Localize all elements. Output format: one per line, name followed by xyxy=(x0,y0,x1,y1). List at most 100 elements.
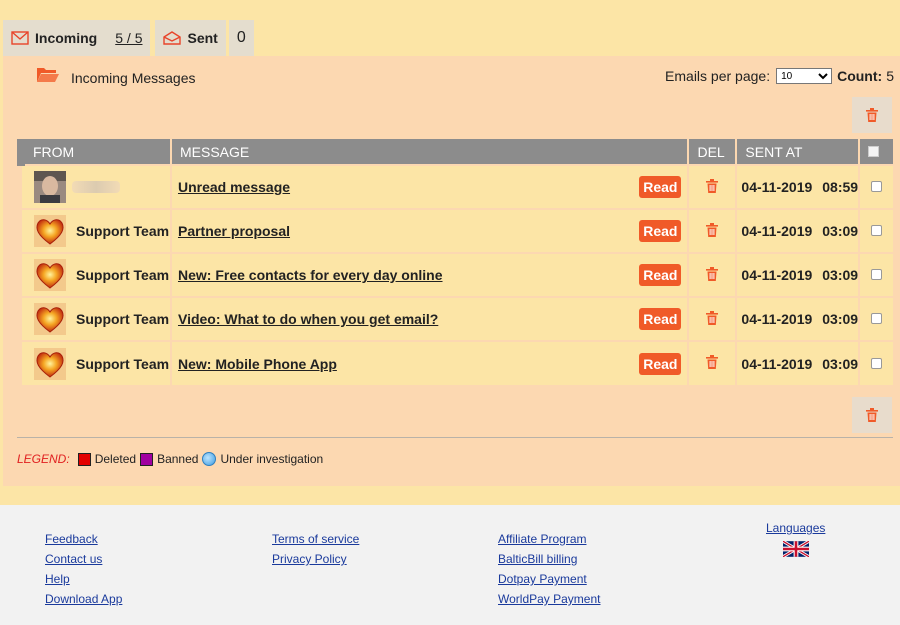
sent-at-cell: 04-11-2019 03:09 xyxy=(735,208,860,253)
col-header-del: DEL xyxy=(687,139,737,165)
message-subject-link[interactable]: Partner proposal xyxy=(178,223,290,239)
select-cell xyxy=(858,208,893,253)
message-subject-link[interactable]: New: Mobile Phone App xyxy=(178,356,337,372)
uk-flag-icon[interactable] xyxy=(782,541,809,557)
footer-link-balticbill-billing[interactable]: BalticBill billing xyxy=(498,552,601,566)
delete-selected-button-bottom[interactable] xyxy=(852,397,892,433)
from-cell xyxy=(20,164,171,209)
sender-name: Support Team xyxy=(76,267,170,283)
select-message-checkbox[interactable] xyxy=(871,225,883,236)
emails-per-page-select[interactable]: 10 xyxy=(776,68,833,84)
select-message-checkbox[interactable] xyxy=(871,181,883,192)
user-photo-avatar xyxy=(34,171,66,203)
from-cell: Support Team xyxy=(20,340,171,385)
select-message-checkbox[interactable] xyxy=(871,269,883,280)
read-button[interactable]: Read xyxy=(639,176,682,198)
sent-date: 04-11-2019 xyxy=(741,311,813,327)
footer-link-terms-of-service[interactable]: Terms of service xyxy=(272,532,359,546)
envelope-icon xyxy=(11,31,29,45)
sent-date: 04-11-2019 xyxy=(741,179,813,195)
emails-per-page-label: Emails per page: xyxy=(665,68,771,84)
delete-message-button[interactable] xyxy=(687,164,737,209)
sent-date: 04-11-2019 xyxy=(741,267,813,283)
sent-count[interactable]: 0 xyxy=(237,29,246,47)
heart-icon xyxy=(34,347,66,380)
footer-link-contact-us[interactable]: Contact us xyxy=(45,552,122,566)
delete-message-button[interactable] xyxy=(687,208,737,253)
trash-icon xyxy=(866,408,878,422)
legend-banned: Banned xyxy=(157,452,199,466)
panel-title: Incoming Messages xyxy=(71,70,196,86)
sent-time: 03:09 xyxy=(822,311,859,327)
count-value: 5 xyxy=(886,68,894,84)
footer-link-affiliate-program[interactable]: Affiliate Program xyxy=(498,532,601,546)
message-subject-link[interactable]: New: Free contacts for every day online xyxy=(178,267,443,283)
read-button[interactable]: Read xyxy=(639,264,682,286)
languages: Languages xyxy=(766,521,825,557)
sent-at-cell: 04-11-2019 03:09 xyxy=(735,340,860,385)
col-header-message: MESSAGE xyxy=(169,139,689,165)
trash-icon xyxy=(866,108,878,122)
read-button[interactable]: Read xyxy=(639,308,682,330)
select-all-checkbox[interactable] xyxy=(868,145,880,157)
message-subject-link[interactable]: Video: What to do when you get email? xyxy=(178,311,438,327)
select-cell xyxy=(858,340,893,385)
from-cell: Support Team xyxy=(20,296,171,341)
languages-link[interactable]: Languages xyxy=(766,521,825,535)
delete-message-button[interactable] xyxy=(687,296,737,341)
footer-link-privacy-policy[interactable]: Privacy Policy xyxy=(272,552,359,566)
sender-name: Support Team xyxy=(76,311,170,327)
from-cell: Support Team xyxy=(20,208,171,253)
tab-incoming[interactable]: Incoming 5 / 5 xyxy=(3,20,151,56)
tab-sent-label: Sent xyxy=(187,30,218,46)
delete-message-button[interactable] xyxy=(687,340,737,385)
delete-message-button[interactable] xyxy=(687,252,737,297)
read-button[interactable]: Read xyxy=(639,220,682,242)
footer-link-dotpay-payment[interactable]: Dotpay Payment xyxy=(498,572,601,586)
heart-icon xyxy=(34,303,66,335)
footer-col-2: Terms of service Privacy Policy xyxy=(272,532,359,572)
emails-per-page: Emails per page: 10 Count: 5 xyxy=(665,68,894,84)
message-row[interactable]: Support Team Video: What to do when you g… xyxy=(20,296,893,341)
select-message-checkbox[interactable] xyxy=(871,357,883,369)
message-row[interactable]: Support Team New: Free contacts for every… xyxy=(20,252,893,297)
footer-link-help[interactable]: Help xyxy=(45,572,122,586)
footer-link-worldpay-payment[interactable]: WorldPay Payment xyxy=(498,592,601,606)
folder-open-icon xyxy=(37,68,59,82)
message-row[interactable]: Support Team Partner proposal Read 04-11-20… xyxy=(20,208,893,253)
sent-count-box: 0 xyxy=(228,20,254,56)
footer-link-feedback[interactable]: Feedback xyxy=(45,532,122,546)
tab-sent[interactable]: Sent xyxy=(155,20,226,56)
investigation-icon xyxy=(202,452,217,466)
legend-title: LEGEND: xyxy=(17,452,70,466)
sent-date: 04-11-2019 xyxy=(741,223,813,239)
legend-investigation: Under investigation xyxy=(220,452,324,466)
read-button[interactable]: Read xyxy=(639,352,682,375)
messages-panel: Incoming Messages Emails per page: 10 Co… xyxy=(3,56,900,486)
sent-time: 08:59 xyxy=(822,179,859,195)
trash-icon xyxy=(706,222,719,237)
heart-icon xyxy=(34,215,66,247)
trash-icon xyxy=(706,310,719,325)
col-header-sent-at: SENT AT xyxy=(735,139,860,165)
select-message-checkbox[interactable] xyxy=(871,313,883,324)
select-cell xyxy=(858,164,893,209)
incoming-count[interactable]: 5 / 5 xyxy=(115,30,142,46)
footer-col-3: Affiliate Program BalticBill billing Dotpa… xyxy=(498,532,601,612)
message-row[interactable]: Unread message Read 04-11-2019 08:59 xyxy=(20,164,893,209)
message-subject-link[interactable]: Unread message xyxy=(178,179,290,195)
banned-swatch xyxy=(140,452,154,466)
footer-link-download-app[interactable]: Download App xyxy=(45,592,122,606)
col-header-select-all xyxy=(858,139,893,165)
legend: LEGEND: Deleted Banned Under investigati… xyxy=(17,452,323,466)
message-row[interactable]: Support Team New: Mobile Phone App Read 04-… xyxy=(20,340,893,385)
sent-time: 03:09 xyxy=(822,355,859,372)
sent-time: 03:09 xyxy=(822,223,859,239)
trash-icon xyxy=(706,355,719,369)
sent-date: 04-11-2019 xyxy=(741,355,813,372)
tab-incoming-label: Incoming xyxy=(35,30,98,46)
delete-selected-button-top[interactable] xyxy=(852,97,892,133)
trash-icon xyxy=(706,178,719,193)
col-header-from: FROM xyxy=(17,139,171,165)
sender-name: Support Team xyxy=(76,355,170,372)
